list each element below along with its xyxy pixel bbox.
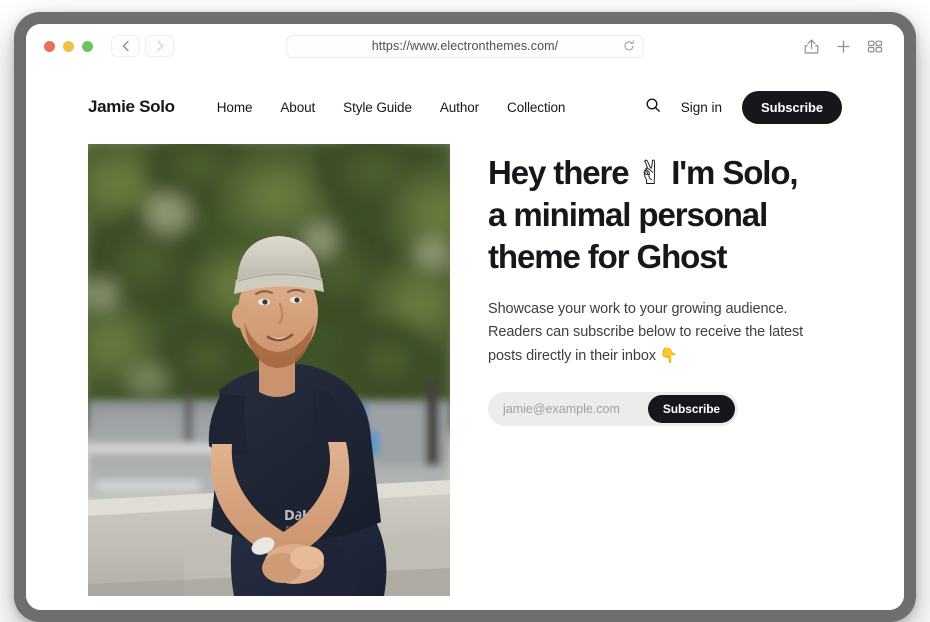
subscribe-button[interactable]: Subscribe (742, 90, 842, 124)
hero-title-line-3: theme for Ghost (488, 237, 727, 275)
toolbar-actions (802, 37, 890, 55)
browser-toolbar: https://www.electronthemes.com/ (26, 24, 904, 68)
nav-item-home[interactable]: Home (217, 100, 253, 115)
hero-title-line-2: a minimal personal (488, 195, 768, 233)
site-header: Jamie Solo Home About Style Guide Author… (26, 68, 904, 126)
window-controls (44, 40, 93, 52)
reload-icon[interactable] (623, 40, 635, 52)
hero-portrait-image: D∂US EX MACHINA (88, 144, 450, 596)
close-window-button[interactable] (44, 40, 55, 52)
chevron-left-icon (121, 40, 131, 52)
tab-overview-icon[interactable] (866, 37, 884, 55)
search-icon[interactable] (645, 97, 661, 118)
web-page-content: Jamie Solo Home About Style Guide Author… (26, 68, 904, 610)
nav-item-about[interactable]: About (280, 100, 315, 115)
address-bar[interactable]: https://www.electronthemes.com/ (286, 34, 644, 58)
forward-button[interactable] (145, 35, 174, 57)
email-input[interactable] (488, 392, 653, 427)
subscribe-submit-button[interactable]: Subscribe (647, 395, 735, 424)
hero-subtitle-line-1: Showcase your work to your growing audie… (488, 300, 788, 317)
hero-subtitle-line-3: posts directly in their inbox (488, 347, 660, 364)
hero-title-part-2: I'm Solo, (663, 154, 798, 191)
browser-window-frame: https://www.electronthemes.com/ Jamie So… (14, 12, 916, 622)
subscribe-form: Subscribe (488, 392, 738, 427)
nav-item-author[interactable]: Author (440, 100, 479, 115)
hero-title-part-1: Hey there (488, 154, 637, 191)
hero-section: D∂US EX MACHINA (26, 126, 904, 596)
site-logo[interactable]: Jamie Solo (88, 97, 175, 117)
maximize-window-button[interactable] (82, 40, 93, 52)
url-text: https://www.electronthemes.com/ (371, 39, 559, 53)
share-icon[interactable] (802, 37, 820, 55)
hero-text-block: Hey there ✌ I'm Solo, a minimal personal t… (488, 144, 838, 596)
sign-in-link[interactable]: Sign in (681, 100, 722, 115)
nav-item-style-guide[interactable]: Style Guide (343, 100, 412, 115)
page-title: Hey there ✌ I'm Solo, a minimal personal t… (488, 152, 838, 278)
browser-window: https://www.electronthemes.com/ Jamie So… (26, 24, 904, 610)
site-navigation: Home About Style Guide Author Collection (217, 100, 566, 115)
header-actions: Sign in Subscribe (645, 90, 842, 124)
nav-item-collection[interactable]: Collection (507, 100, 565, 115)
chevron-right-icon (155, 40, 165, 52)
minimize-window-button[interactable] (63, 40, 74, 52)
hero-subtitle: Showcase your work to your growing audie… (488, 298, 838, 368)
victory-hand-icon: ✌ (636, 153, 665, 192)
hero-subtitle-line-2: Readers can subscribe below to receive t… (488, 324, 804, 341)
new-tab-icon[interactable] (834, 37, 852, 55)
navigation-arrows (111, 35, 174, 57)
backhand-index-pointing-down-icon: 👇 (659, 347, 678, 364)
back-button[interactable] (111, 35, 140, 57)
